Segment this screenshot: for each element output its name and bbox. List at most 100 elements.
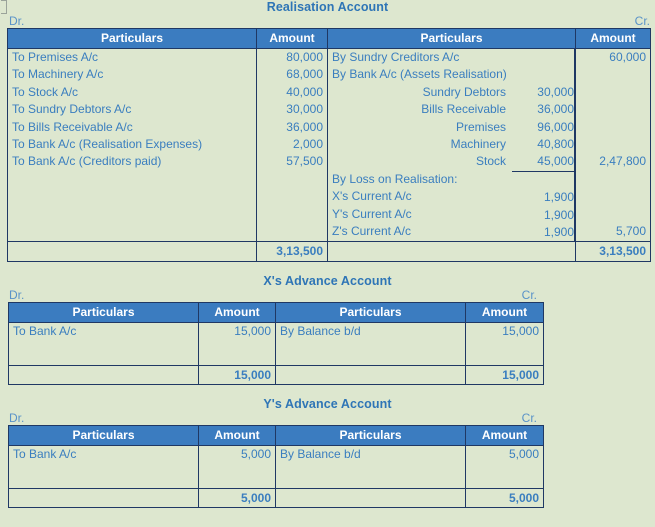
sub-item-label: Machinery: [450, 136, 506, 151]
table-header-row: Particulars Amount Particulars Amount: [7, 28, 651, 49]
amount-value: 40,000: [286, 84, 323, 99]
credit-particulars-cell: By Sundry Creditors A/c By Bank A/c (Ass…: [327, 48, 576, 242]
credit-total-label-cell: [275, 488, 466, 509]
list-item: To Machinery A/c: [12, 67, 104, 82]
amount-value: 80,000: [286, 50, 323, 64]
credit-total-value: 3,13,500: [575, 241, 651, 263]
debit-amount-cell: 80,000 68,000 40,000 30,000 36,000 2,000…: [256, 48, 328, 242]
sub-amount-value: 36,000: [537, 102, 574, 117]
amount-value: 30,000: [286, 102, 323, 117]
drcr-row-x-advance: Dr. Cr.: [0, 288, 655, 302]
sub-item-label: Premises: [455, 119, 506, 134]
amount-value: 68,000: [286, 67, 323, 82]
header-particulars-credit: Particulars: [275, 302, 466, 324]
debit-total-label-cell: [8, 488, 199, 509]
filler-cell: [8, 340, 199, 366]
credit-total-value: 5,000: [465, 488, 544, 509]
list-item: X's Current A/c: [332, 189, 412, 204]
list-item: To Sundry Debtors A/c: [12, 102, 132, 117]
list-item: By Bank A/c (Assets Realisation): [332, 67, 507, 82]
table-body-row: To Premises A/c To Machinery A/c To Stoc…: [7, 48, 651, 242]
debit-side-label: Dr.: [9, 14, 25, 28]
amount-value: 5,700: [615, 223, 646, 238]
amount-value: 60,000: [609, 50, 646, 64]
table-header-row: Particulars Amount Particulars Amount: [8, 425, 544, 447]
amount-value: 2,000: [292, 136, 323, 151]
debit-amount: 15,000: [198, 322, 276, 341]
list-item: To Stock A/c: [12, 84, 79, 99]
drcr-row-realisation: Dr. Cr.: [0, 14, 655, 28]
table-row-filler: [8, 340, 544, 366]
credit-particulars: By Balance b/d: [275, 322, 466, 341]
debit-particulars: To Bank A/c: [8, 322, 199, 341]
credit-particulars: By Balance b/d: [275, 445, 466, 464]
list-item: To Bills Receivable A/c: [12, 119, 133, 134]
debit-total-label-cell: [7, 241, 257, 263]
amount-value: 2,47,800: [599, 154, 646, 169]
totals-row: 5,000 5,000: [8, 488, 544, 509]
debit-particulars: To Bank A/c: [8, 445, 199, 464]
header-particulars-credit: Particulars: [275, 425, 466, 447]
filler-cell: [465, 340, 544, 366]
credit-total-label-cell: [327, 241, 576, 263]
y-advance-account-table: Particulars Amount Particulars Amount To…: [8, 425, 544, 509]
drcr-row-y-advance: Dr. Cr.: [0, 411, 655, 425]
sub-amount-value: [512, 66, 574, 83]
filler-cell: [198, 463, 276, 489]
list-item: By Sundry Creditors A/c: [332, 50, 460, 64]
sub-amount-value: 1,900: [543, 207, 574, 222]
table-row: To Bank A/c 5,000 By Balance b/d 5,000: [8, 445, 544, 464]
header-amount-credit: Amount: [575, 28, 651, 49]
sub-amount-value: 45,000: [512, 153, 574, 172]
sub-amount-value: [512, 172, 574, 189]
credit-side-label: Cr.: [521, 411, 537, 426]
debit-amount: 5,000: [198, 445, 276, 464]
credit-amount-cell: 60,000 2,47,800 5,700: [575, 48, 651, 242]
sub-item-label: Stock: [475, 154, 506, 169]
header-amount-credit: Amount: [465, 425, 544, 447]
credit-side-label: Cr.: [521, 288, 537, 303]
header-particulars-debit: Particulars: [7, 28, 257, 49]
credit-total-label-cell: [275, 365, 466, 386]
list-item: To Bank A/c (Realisation Expenses): [12, 136, 203, 151]
totals-row: 15,000 15,000: [8, 365, 544, 386]
sub-amount-value: 96,000: [537, 119, 574, 134]
filler-cell: [198, 340, 276, 366]
filler-cell: [275, 340, 466, 366]
filler-cell: [465, 463, 544, 489]
credit-side-label: Cr.: [634, 14, 650, 28]
header-amount-debit: Amount: [256, 28, 328, 49]
header-particulars-debit: Particulars: [8, 425, 199, 447]
debit-particulars-cell: To Premises A/c To Machinery A/c To Stoc…: [7, 48, 257, 242]
debit-total-value: 3,13,500: [256, 241, 328, 263]
page-title-realisation: Realisation Account: [266, 0, 389, 14]
credit-total-value: 15,000: [465, 365, 544, 386]
credit-amount: 15,000: [465, 322, 544, 341]
debit-total-label-cell: [8, 365, 199, 386]
header-particulars-credit: Particulars: [327, 28, 576, 49]
sub-amount-value: 30,000: [537, 84, 574, 99]
page-title-x-advance: X's Advance Account: [263, 274, 392, 289]
sub-amount-value: [512, 49, 574, 66]
table-row: To Bank A/c 15,000 By Balance b/d 15,000: [8, 322, 544, 341]
list-item: By Loss on Realisation:: [332, 171, 458, 186]
header-amount-credit: Amount: [465, 302, 544, 324]
sub-amount-value: 40,800: [537, 136, 574, 151]
sub-amount-value: 1,900: [543, 190, 574, 205]
filler-cell: [275, 463, 466, 489]
sub-amount-value: 1,900: [543, 224, 574, 239]
table-header-row: Particulars Amount Particulars Amount: [8, 302, 544, 324]
